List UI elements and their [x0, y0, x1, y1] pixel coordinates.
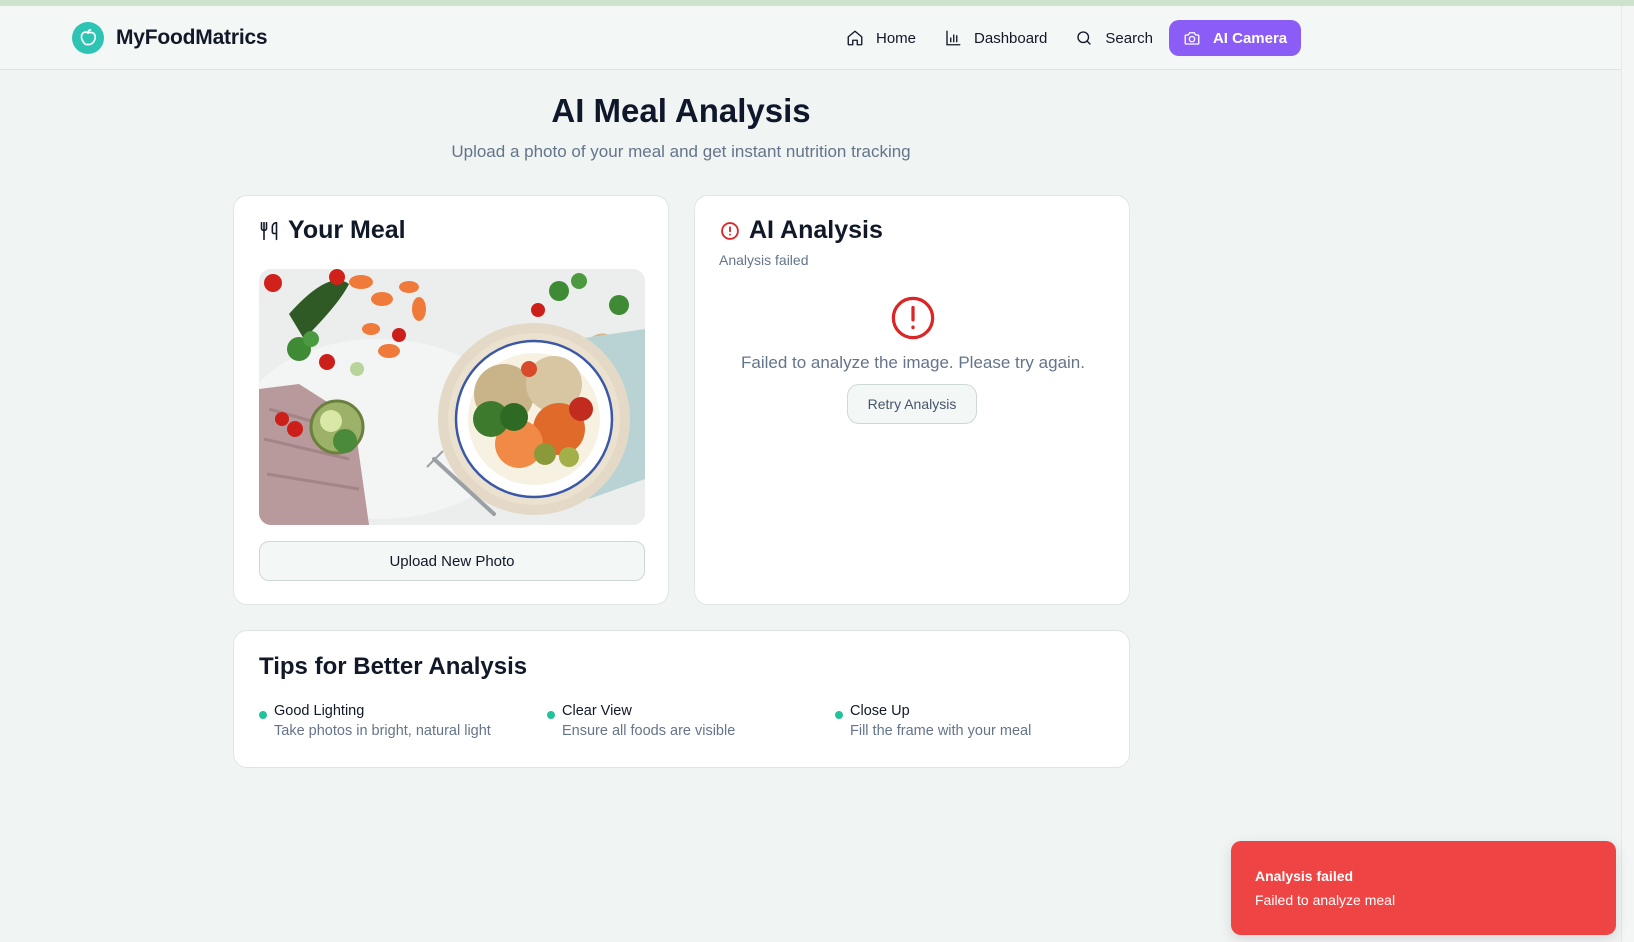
- bullet-dot-icon: [547, 711, 555, 719]
- nav-home-label: Home: [876, 29, 917, 47]
- error-alert-icon: [891, 296, 935, 340]
- page-subtitle: Upload a photo of your meal and get inst…: [451, 142, 911, 161]
- tip-text: Take photos in bright, natural light: [274, 723, 491, 739]
- bullet-dot-icon: [835, 711, 843, 719]
- ai-card-header: AI Analysis: [720, 216, 883, 245]
- scrollbar[interactable]: [1621, 6, 1634, 942]
- tips-card: Tips for Better Analysis Good Lighting T…: [233, 630, 1130, 768]
- app-header: MyFoodMatrics Home Dashboard Search AI C…: [0, 6, 1621, 70]
- tip-text: Ensure all foods are visible: [562, 723, 736, 739]
- camera-icon: [1184, 32, 1200, 45]
- nav-ai-camera[interactable]: AI Camera: [1168, 20, 1302, 56]
- alert-circle-icon: [721, 221, 739, 240]
- nav-home[interactable]: Home: [832, 20, 930, 56]
- meal-card-title: Your Meal: [288, 216, 406, 244]
- tip-text: Fill the frame with your meal: [850, 723, 1032, 739]
- tip-heading: Clear View: [562, 703, 632, 719]
- error-message: Failed to analyze the image. Please try …: [741, 353, 1085, 372]
- bar-chart-icon: [946, 30, 961, 46]
- home-icon: [847, 30, 863, 46]
- analysis-status: Analysis failed: [719, 252, 809, 268]
- page-title: AI Meal Analysis: [551, 92, 811, 129]
- retry-analysis-button[interactable]: Retry Analysis: [847, 384, 977, 424]
- toast-message: Failed to analyze meal: [1255, 892, 1396, 908]
- error-toast[interactable]: Analysis failed Failed to analyze meal: [1231, 841, 1616, 935]
- tips-title: Tips for Better Analysis: [259, 653, 528, 680]
- toast-title: Analysis failed: [1255, 868, 1354, 884]
- upload-new-photo-button[interactable]: Upload New Photo: [259, 541, 645, 581]
- tip-heading: Close Up: [850, 703, 910, 719]
- search-icon: [1077, 31, 1092, 45]
- apple-logo-icon: [72, 22, 104, 54]
- ai-analysis-card: AI Analysis Analysis failed Failed to an…: [694, 195, 1130, 605]
- ai-card-title: AI Analysis: [749, 216, 883, 244]
- meal-photo: [259, 269, 645, 525]
- tip-heading: Good Lighting: [274, 703, 365, 719]
- nav-search[interactable]: Search: [1061, 20, 1167, 56]
- bullet-dot-icon: [259, 711, 267, 719]
- nav-search-label: Search: [1105, 29, 1153, 47]
- app-name: MyFoodMatrics: [116, 26, 268, 49]
- meal-card: Your Meal Upload New Photo: [233, 195, 669, 605]
- nav-ai-camera-label: AI Camera: [1212, 29, 1288, 47]
- main-nav: Home Dashboard Search AI Camera: [832, 20, 1302, 56]
- nav-dashboard-label: Dashboard: [974, 29, 1048, 47]
- meal-card-header: Your Meal: [259, 216, 406, 245]
- utensils-icon: [260, 221, 278, 240]
- nav-dashboard[interactable]: Dashboard: [930, 20, 1061, 56]
- brand[interactable]: MyFoodMatrics: [72, 22, 268, 54]
